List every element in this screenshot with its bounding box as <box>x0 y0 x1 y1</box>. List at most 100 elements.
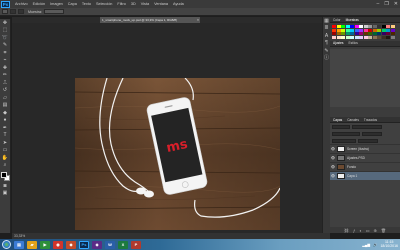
zoom-tool-icon[interactable]: ⌕ <box>1 163 10 170</box>
swatch[interactable] <box>336 35 341 39</box>
brush-panel-icon[interactable]: ✎ <box>324 48 330 55</box>
layer-filter-dropdown[interactable] <box>332 124 350 129</box>
menu-capa[interactable]: Capa <box>68 2 77 6</box>
eyedropper-tool-icon[interactable]: ⌁ <box>1 58 10 65</box>
history-panel-icon[interactable]: ▦ <box>324 18 330 25</box>
blend-mode-dropdown[interactable] <box>332 131 360 136</box>
color-swatches[interactable] <box>0 172 10 182</box>
menu-seleccion[interactable]: Selección <box>96 2 112 6</box>
link-layers-icon[interactable]: ⛓ <box>344 228 349 233</box>
layer-row[interactable]: 👁 Capa 1 <box>330 171 400 180</box>
eye-icon[interactable]: 👁 <box>331 147 335 151</box>
type-tool-icon[interactable]: T <box>1 133 10 140</box>
blur-tool-icon[interactable]: ◆ <box>1 110 10 117</box>
quick-select-tool-icon[interactable]: ✎ <box>1 43 10 50</box>
swatch[interactable] <box>363 35 368 39</box>
paragraph-panel-icon[interactable]: ¶ <box>324 41 330 48</box>
option-toggle[interactable] <box>18 9 24 14</box>
crop-tool-icon[interactable]: ⌗ <box>1 50 10 57</box>
tab-adjustments[interactable]: Ajustes <box>332 41 344 45</box>
app-icon[interactable]: P <box>131 240 141 249</box>
tab-layers[interactable]: Capas <box>332 118 343 122</box>
mask-icon[interactable]: ◐ <box>359 228 361 233</box>
app-icon[interactable]: ◈ <box>92 240 102 249</box>
swatch[interactable] <box>354 35 359 39</box>
foreground-color[interactable] <box>0 172 7 178</box>
app-icon[interactable]: W <box>105 240 115 249</box>
option-toggle[interactable] <box>10 9 16 14</box>
trash-icon[interactable]: 🗑 <box>381 228 386 233</box>
app-icon[interactable]: X <box>118 240 128 249</box>
menu-texto[interactable]: Texto <box>82 2 91 6</box>
dodge-tool-icon[interactable]: ● <box>1 118 10 125</box>
app-icon[interactable]: ◆ <box>66 240 76 249</box>
document-image[interactable]: ms <box>75 78 280 230</box>
zoom-level[interactable]: 33,33% <box>14 234 25 238</box>
layer-row[interactable]: 👁 Fondo <box>330 162 400 171</box>
swatches-grid[interactable] <box>330 23 400 41</box>
swatch[interactable] <box>377 35 381 39</box>
marquee-tool-icon[interactable]: ⬚ <box>1 28 10 35</box>
layer-row[interactable]: 👁 Ajustes.PSD <box>330 153 400 162</box>
swatch[interactable] <box>359 35 363 39</box>
swatch[interactable] <box>341 35 345 39</box>
tab-styles[interactable]: Estilos <box>347 41 358 45</box>
menu-ventana[interactable]: Ventana <box>154 2 168 6</box>
swatch[interactable] <box>372 35 377 39</box>
clock[interactable]: 11:15 18/10/2016 <box>380 240 398 249</box>
lasso-tool-icon[interactable]: ➰ <box>1 35 10 42</box>
new-group-icon[interactable]: ▭ <box>366 228 370 233</box>
menu-vista[interactable]: Vista <box>141 2 149 6</box>
tab-color[interactable]: Color <box>332 18 342 22</box>
menu-3d[interactable]: 3D <box>131 2 136 6</box>
menu-imagen[interactable]: Imagen <box>50 2 63 6</box>
hand-tool-icon[interactable]: ✋ <box>1 155 10 162</box>
swatch[interactable] <box>390 35 395 39</box>
swatch[interactable] <box>381 35 386 39</box>
tool-preset-picker[interactable] <box>2 9 8 14</box>
swatch[interactable] <box>368 35 372 39</box>
history-brush-tool-icon[interactable]: ↺ <box>1 88 10 95</box>
media-icon[interactable]: ▶ <box>40 240 50 249</box>
tab-swatches[interactable]: Muestras <box>345 18 360 22</box>
minimize-button[interactable]: – <box>377 1 380 7</box>
folder-icon[interactable]: ▰ <box>27 240 37 249</box>
eraser-tool-icon[interactable]: ▱ <box>1 95 10 102</box>
menu-archivo[interactable]: Archivo <box>15 2 28 6</box>
layer-row[interactable]: 👁 Screen (Ilustra) <box>330 144 400 153</box>
eye-icon[interactable]: 👁 <box>331 165 335 169</box>
swatch[interactable] <box>332 35 336 39</box>
menu-filtro[interactable]: Filtro <box>117 2 125 6</box>
close-button[interactable]: ✕ <box>394 1 398 7</box>
properties-panel-icon[interactable]: ≣ <box>324 26 330 33</box>
canvas-area[interactable]: ms <box>12 23 322 233</box>
sample-dropdown[interactable] <box>43 9 64 14</box>
character-panel-icon[interactable]: A <box>324 33 330 40</box>
browser-icon[interactable]: ◉ <box>53 240 63 249</box>
swatch[interactable] <box>386 35 390 39</box>
info-panel-icon[interactable]: ⓘ <box>324 56 330 63</box>
shape-tool-icon[interactable]: ▭ <box>1 148 10 155</box>
fill-field[interactable] <box>358 138 378 143</box>
layer-filter-icons[interactable] <box>352 124 382 129</box>
healing-brush-tool-icon[interactable]: ✚ <box>1 65 10 72</box>
move-tool-icon[interactable]: ✥ <box>1 20 10 27</box>
clone-stamp-tool-icon[interactable]: ⎍ <box>1 80 10 87</box>
screen-mode-icon[interactable]: ▣ <box>1 191 10 198</box>
start-button[interactable] <box>2 240 11 249</box>
menu-ayuda[interactable]: Ayuda <box>173 2 184 6</box>
network-icon[interactable]: ▂▄▆ <box>362 243 370 247</box>
lock-icons[interactable] <box>332 138 356 143</box>
tab-paths[interactable]: Trazados <box>363 118 378 122</box>
explorer-icon[interactable]: ▤ <box>14 240 24 249</box>
tab-channels[interactable]: Canales <box>346 118 360 122</box>
volume-icon[interactable]: 🔊 <box>373 243 377 247</box>
menu-edicion[interactable]: Edición <box>33 2 45 6</box>
eye-icon[interactable]: 👁 <box>331 156 335 160</box>
brush-tool-icon[interactable]: ✏ <box>1 73 10 80</box>
opacity-field[interactable] <box>362 131 382 136</box>
photoshop-taskbar-icon[interactable]: Ps <box>79 240 89 249</box>
gradient-tool-icon[interactable]: ▤ <box>1 103 10 110</box>
swatch[interactable] <box>345 35 350 39</box>
quick-mask-icon[interactable]: ◙ <box>1 183 10 190</box>
